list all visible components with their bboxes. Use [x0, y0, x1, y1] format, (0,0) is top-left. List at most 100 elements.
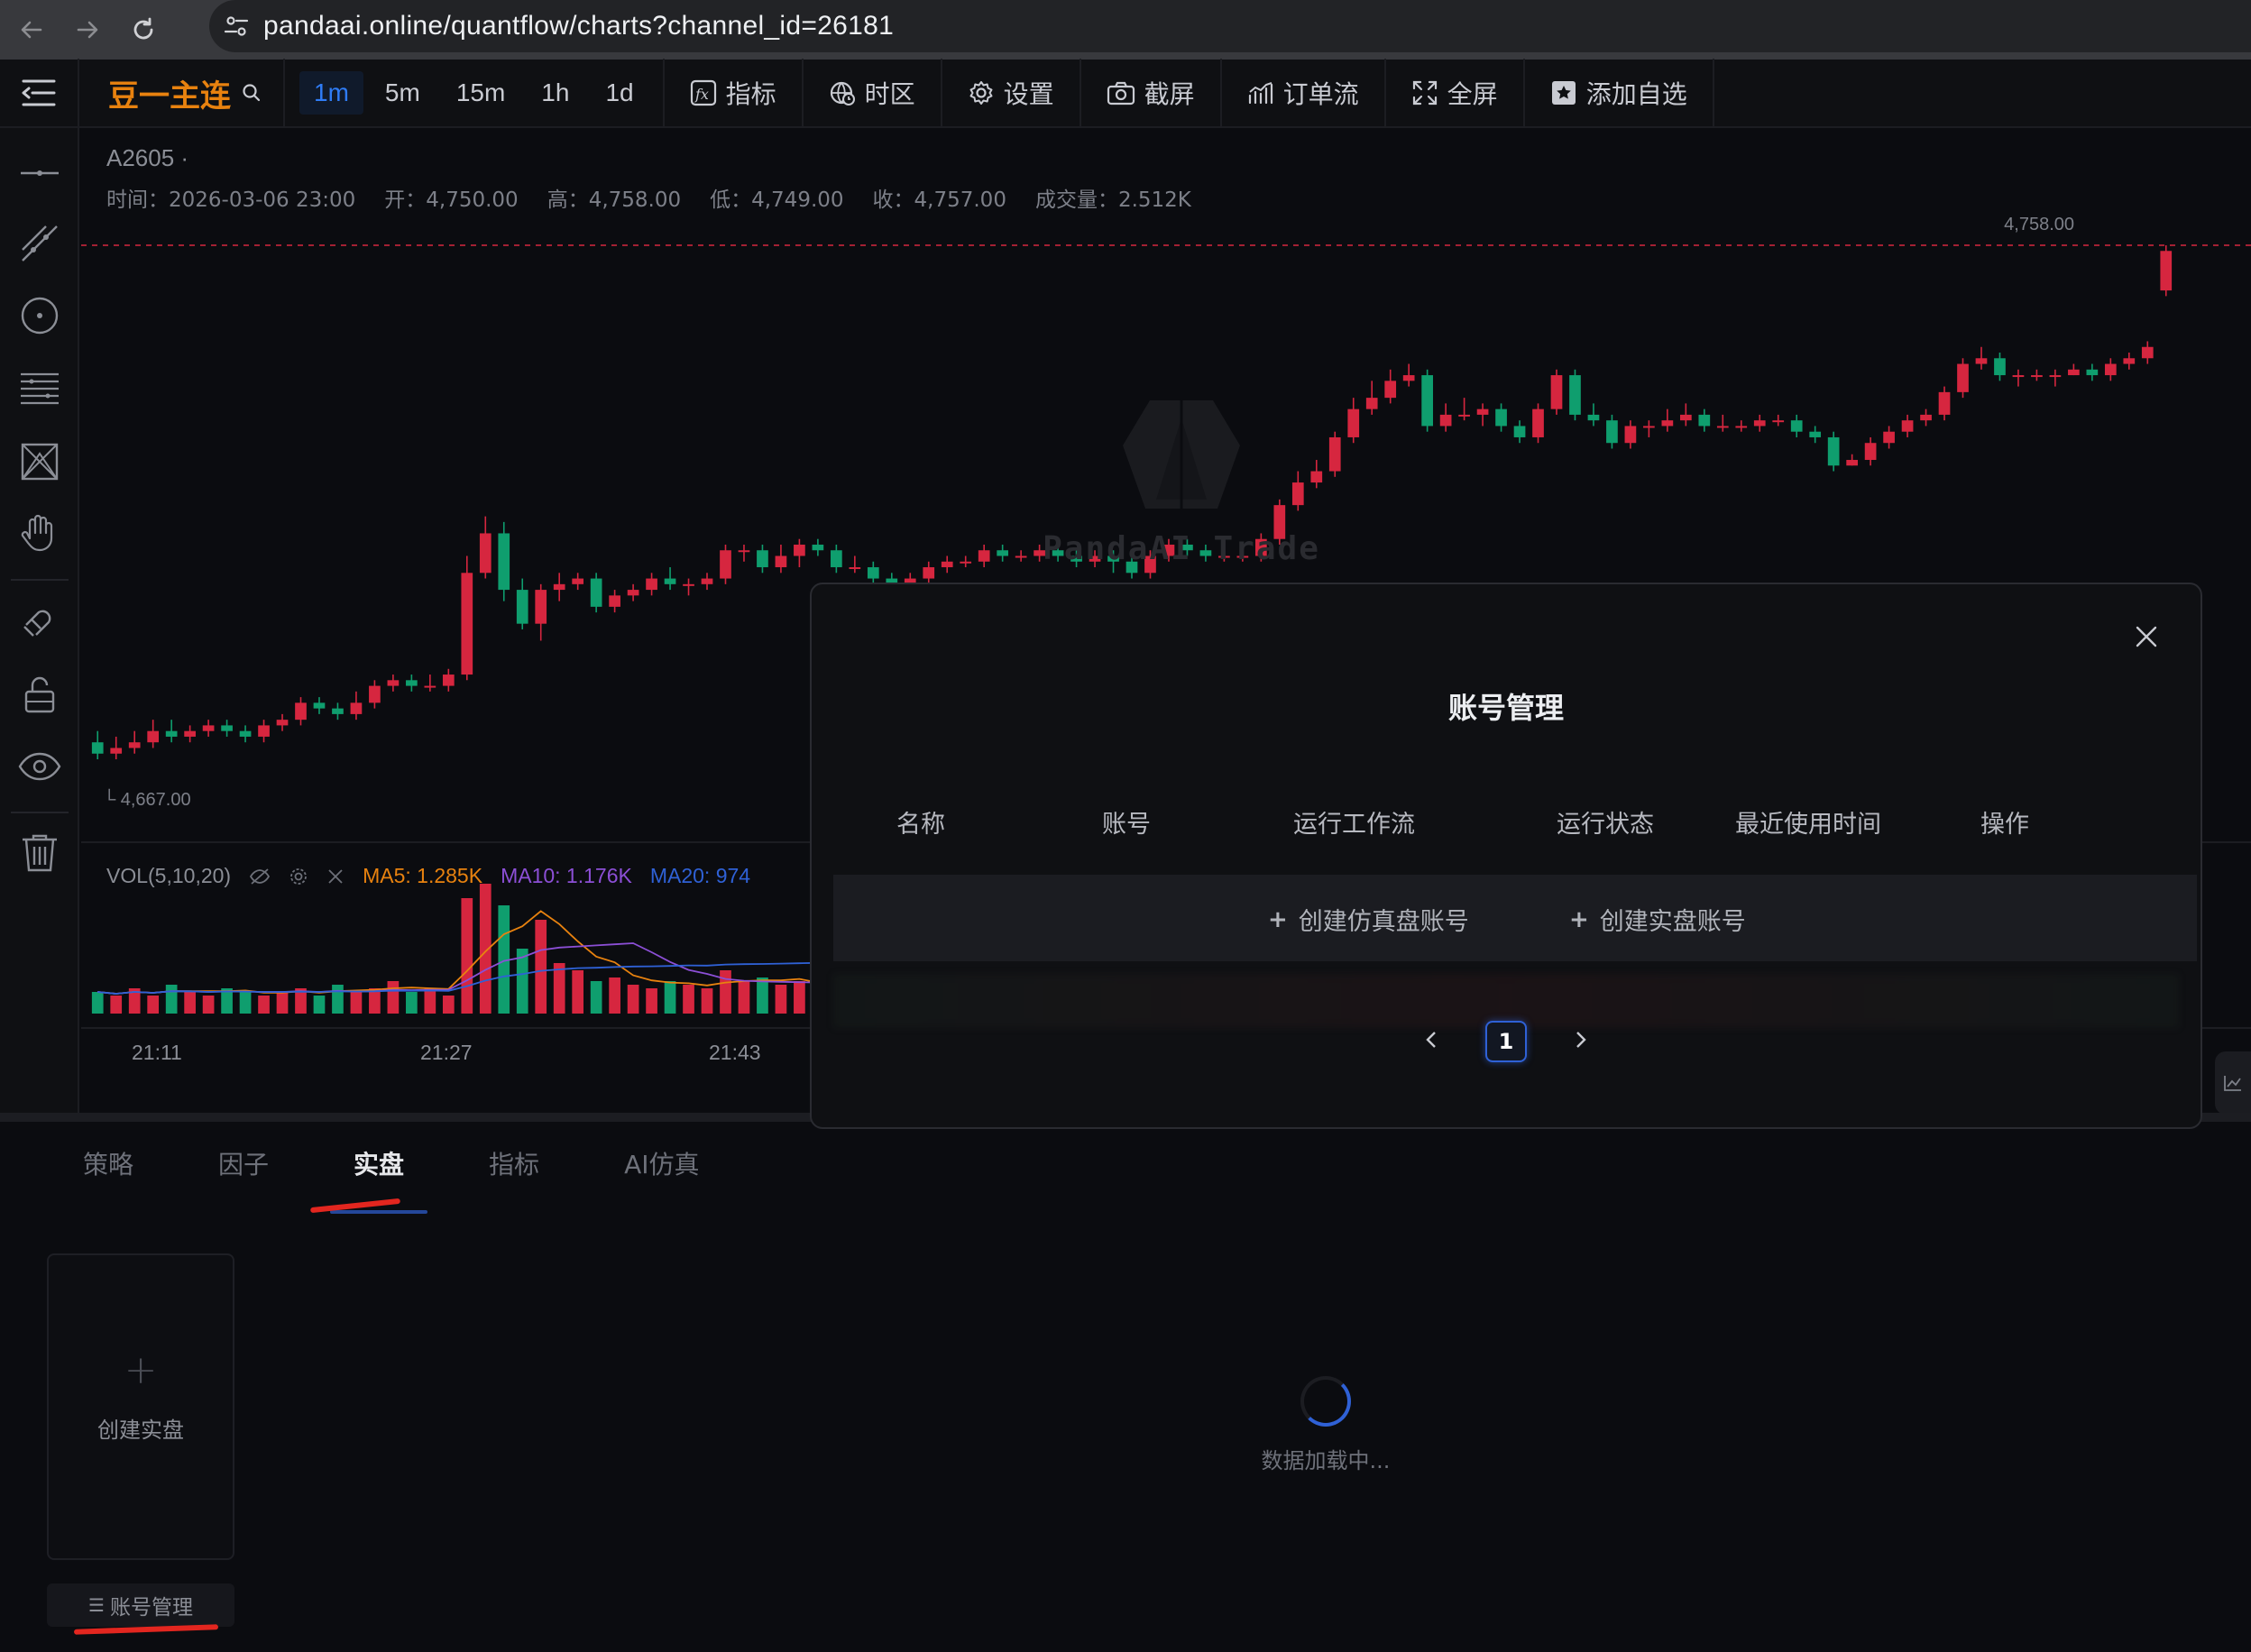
modal-close-button[interactable]: [2132, 622, 2161, 651]
fullscreen-button[interactable]: 全屏: [1386, 59, 1525, 127]
volume-bar: [553, 963, 565, 1014]
eye-icon[interactable]: [14, 741, 65, 792]
candle-body: [1864, 443, 1877, 461]
candle-body: [1365, 398, 1378, 409]
site-settings-icon[interactable]: [209, 15, 263, 37]
low-price-marker: └ 4,667.00: [103, 790, 191, 810]
add-watchlist-button[interactable]: 添加自选: [1525, 59, 1714, 127]
volume-bar: [184, 992, 196, 1014]
address-bar[interactable]: pandaai.online/quantflow/charts?channel_…: [209, 0, 2251, 52]
orderflow-button[interactable]: 订单流: [1222, 59, 1386, 127]
candle-body: [646, 578, 657, 591]
candle: [978, 544, 990, 568]
candle: [369, 680, 381, 709]
forward-button[interactable]: [63, 5, 112, 54]
candle: [1809, 426, 1822, 444]
candle: [1365, 381, 1378, 415]
trash-icon[interactable]: [14, 828, 65, 878]
candle: [627, 583, 639, 601]
candle-body: [406, 680, 418, 686]
tab-factor[interactable]: 因子: [207, 1145, 280, 1181]
candle-body: [295, 702, 307, 720]
volume-bar: [775, 985, 787, 1014]
candle: [2049, 369, 2062, 387]
trend-line-icon[interactable]: [14, 218, 65, 269]
candle: [110, 736, 123, 759]
account-manage-button[interactable]: ☰ 账号管理: [47, 1583, 234, 1627]
fib-lines-icon[interactable]: [14, 364, 65, 415]
column-last-used: 最近使用时间: [1735, 811, 1881, 839]
tab-live-trading[interactable]: 实盘: [330, 1145, 428, 1214]
unlock-icon[interactable]: [14, 669, 65, 720]
collapse-menu-button[interactable]: [0, 59, 79, 127]
ohlc-volume: 成交量：2.512K: [1034, 188, 1191, 212]
search-icon[interactable]: [242, 83, 262, 103]
candle-body: [461, 573, 473, 675]
candle: [646, 573, 657, 596]
create-real-account-button[interactable]: + 创建实盘账号: [1569, 902, 1746, 937]
candle: [1716, 414, 1729, 432]
candle: [1864, 436, 1877, 466]
tab-ai-simulation[interactable]: AI仿真: [613, 1145, 710, 1181]
tab-indicator[interactable]: 指标: [478, 1145, 550, 1181]
interval-1m[interactable]: 1m: [299, 71, 363, 115]
interval-1h[interactable]: 1h: [527, 71, 583, 115]
url-text[interactable]: pandaai.online/quantflow/charts?channel_…: [263, 11, 894, 41]
close-icon[interactable]: [326, 867, 345, 886]
eye-off-icon[interactable]: [249, 867, 271, 886]
screenshot-button[interactable]: 截屏: [1081, 59, 1222, 127]
candle: [535, 583, 547, 641]
volume-bar: [461, 898, 473, 1014]
candle-body: [1901, 420, 1914, 432]
candle: [794, 538, 805, 568]
interval-1d[interactable]: 1d: [591, 71, 648, 115]
screenshot-label: 截屏: [1144, 79, 1195, 109]
indicator-button[interactable]: fx 指标: [665, 59, 804, 127]
candle: [2031, 369, 2043, 381]
candle-body: [1476, 408, 1489, 415]
candle: [350, 691, 363, 720]
tab-strategy[interactable]: 策略: [72, 1145, 144, 1181]
symbol-selector[interactable]: 豆一主连: [79, 59, 285, 127]
candle-body: [369, 685, 381, 703]
candle-body: [867, 567, 879, 579]
account-manage-label: 账号管理: [109, 1596, 193, 1620]
candle-body: [1883, 431, 1895, 444]
timezone-button[interactable]: 时区: [804, 59, 942, 127]
candle-body: [1994, 358, 2006, 376]
candle: [1790, 414, 1803, 437]
magnet-icon[interactable]: [14, 595, 65, 646]
candle: [165, 720, 178, 743]
settings-button[interactable]: 设置: [942, 59, 1081, 127]
back-button[interactable]: [7, 5, 56, 54]
candle-body: [1661, 420, 1674, 427]
circle-target-icon[interactable]: [14, 290, 65, 341]
create-live-card[interactable]: + 创建实盘: [47, 1253, 234, 1560]
volume-bar: [442, 996, 455, 1014]
loading-text: 数据加载中...: [1261, 1448, 1391, 1473]
candle: [831, 544, 842, 574]
candle: [812, 538, 824, 556]
chart-type-toggle[interactable]: [2215, 1051, 2251, 1115]
candle-body: [590, 578, 602, 607]
reload-button[interactable]: [119, 5, 168, 54]
candle-body: [1735, 426, 1748, 428]
hand-icon[interactable]: [14, 507, 65, 557]
candle-body: [239, 730, 252, 737]
candle-body: [91, 742, 104, 754]
candle-body: [1421, 375, 1433, 427]
panda-logo-icon: [1123, 400, 1240, 509]
prev-page-button[interactable]: [1413, 1026, 1449, 1058]
pattern-icon[interactable]: [14, 436, 65, 487]
symbol-name[interactable]: 豆一主连: [108, 71, 231, 115]
toolbar-divider: [11, 812, 69, 813]
volume-bar: [387, 981, 400, 1014]
interval-5m[interactable]: 5m: [371, 71, 435, 115]
create-sim-account-button[interactable]: + 创建仿真盘账号: [1268, 902, 1469, 937]
horizontal-line-icon[interactable]: [14, 148, 65, 198]
loading-indicator: 数据加载中...: [1236, 1376, 1416, 1474]
page-number-button[interactable]: 1: [1485, 1021, 1527, 1062]
interval-15m[interactable]: 15m: [442, 71, 519, 115]
next-page-button[interactable]: [1563, 1026, 1599, 1058]
gear-icon[interactable]: [289, 867, 308, 886]
